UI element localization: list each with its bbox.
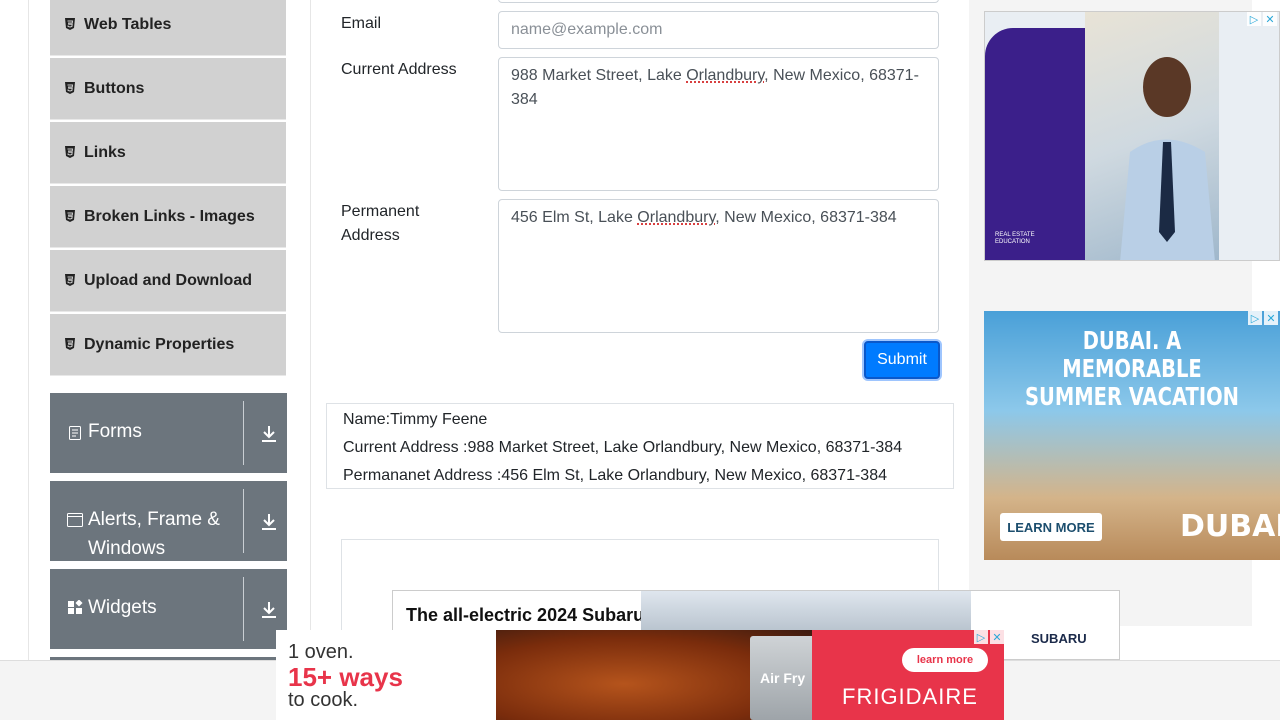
html5-icon xyxy=(65,81,75,94)
text-part: 456 Elm St, Lake xyxy=(511,209,638,226)
output-permanent-address: Permananet Address :456 Elm St, Lake Orl… xyxy=(343,467,887,484)
sidebar-item-label: Broken Links - Images xyxy=(84,207,255,225)
adchoices-icon[interactable]: ▷ xyxy=(1248,311,1262,325)
group-label: Alerts, Frame & Windows xyxy=(88,509,220,559)
download-icon[interactable] xyxy=(258,599,280,621)
adchoices-icon[interactable]: ▷ xyxy=(974,630,988,644)
close-icon[interactable]: ✕ xyxy=(1264,311,1278,325)
output-current-address: Current Address :988 Market Street, Lake… xyxy=(343,439,903,456)
text-part: , New Mexico, 68371-384 xyxy=(715,209,897,226)
ad-headline: DUBAI. A MEMORABLE SUMMER VACATION xyxy=(1024,326,1240,411)
sidebar-item-buttons[interactable]: Buttons xyxy=(50,58,286,120)
current-address-label: Current Address xyxy=(341,61,457,78)
ad-line: 1 oven. xyxy=(288,641,354,663)
output-name: Name:Timmy Feene xyxy=(343,411,488,428)
dubai-logo: DUBAI xyxy=(1180,509,1280,544)
oven-label: Air Fry xyxy=(760,670,806,686)
download-icon[interactable] xyxy=(258,511,280,533)
subaru-logo: SUBARU xyxy=(1031,631,1087,646)
sidebar-item-label: Web Tables xyxy=(84,15,172,33)
output-panel: Name:Timmy Feene Current Address :988 Ma… xyxy=(326,403,954,489)
permanent-address-field[interactable]: 456 Elm St, Lake Orlandbury, New Mexico,… xyxy=(498,199,939,333)
learn-more-button[interactable]: learn more xyxy=(902,648,988,672)
sidebar-border xyxy=(28,0,29,660)
name-field-bottom[interactable] xyxy=(498,0,939,3)
ad-line: to cook. xyxy=(288,689,359,711)
ad-brand-panel xyxy=(985,28,1085,260)
spellcheck-word: Orlandbury xyxy=(637,209,716,226)
html5-icon xyxy=(65,337,75,350)
group-divider xyxy=(243,401,244,465)
html5-icon xyxy=(65,273,75,286)
window-icon xyxy=(67,513,83,527)
ad-choices[interactable]: ▷ ✕ xyxy=(1248,311,1278,325)
email-field[interactable]: name@example.com xyxy=(498,11,939,49)
spellcheck-word: Orlandbury xyxy=(686,67,765,84)
sidebar-group-alerts[interactable]: Alerts, Frame & Windows xyxy=(50,481,287,561)
document-icon xyxy=(69,426,81,440)
html5-icon xyxy=(65,209,75,222)
html5-icon xyxy=(65,145,75,158)
person-image xyxy=(1120,57,1215,260)
sidebar-group-forms[interactable]: Forms xyxy=(50,393,287,473)
sidebar-item-dynamic-properties[interactable]: Dynamic Properties xyxy=(50,314,286,376)
sidebar-item-web-tables[interactable]: Web Tables xyxy=(50,0,286,56)
sidebar-item-upload-download[interactable]: Upload and Download xyxy=(50,250,286,312)
real-estate-ad[interactable]: REAL ESTATE EDUCATION ▷ ✕ xyxy=(984,11,1280,261)
ad-brand-text: REAL ESTATE EDUCATION xyxy=(995,232,1035,245)
sidebar-item-broken-links[interactable]: Broken Links - Images xyxy=(50,186,286,248)
text-part: 988 Market Street, Lake xyxy=(511,67,687,84)
close-icon[interactable]: ✕ xyxy=(1263,12,1277,26)
learn-more-button[interactable]: LEARN MORE xyxy=(1000,513,1102,541)
group-label: Widgets xyxy=(88,597,157,618)
sidebar-item-label: Dynamic Properties xyxy=(84,335,235,353)
permanent-address-label: Permanent Address xyxy=(341,203,420,244)
sidebar-item-label: Links xyxy=(84,143,126,161)
frigidaire-ad[interactable]: 1 oven. 15+ ways to cook. Air Fry learn … xyxy=(276,630,1004,720)
ad-choices[interactable]: ▷ ✕ xyxy=(1247,12,1277,26)
group-divider xyxy=(243,489,244,553)
download-icon[interactable] xyxy=(258,423,280,445)
adchoices-icon[interactable]: ▷ xyxy=(1247,12,1261,26)
dubai-ad[interactable]: DUBAI. A MEMORABLE SUMMER VACATION LEARN… xyxy=(984,311,1280,560)
sidebar-item-label: Upload and Download xyxy=(84,271,252,289)
page: Web Tables Buttons Links Broken Links - … xyxy=(0,0,1280,720)
ad-choices[interactable]: ▷ ✕ xyxy=(974,630,1004,644)
email-label: Email xyxy=(341,15,382,32)
sidebar-item-links[interactable]: Links xyxy=(50,122,286,184)
html5-icon xyxy=(65,17,75,30)
content-border xyxy=(310,0,311,660)
close-icon[interactable]: ✕ xyxy=(990,630,1004,644)
submit-button[interactable]: Submit xyxy=(864,341,940,379)
widgets-icon xyxy=(68,600,83,614)
frigidaire-logo: FRIGIDAIRE xyxy=(842,684,978,709)
sidebar-group-widgets[interactable]: Widgets xyxy=(50,569,287,649)
group-label: Forms xyxy=(88,421,142,442)
group-divider xyxy=(243,577,244,641)
sidebar-item-label: Buttons xyxy=(84,79,145,97)
current-address-field[interactable]: 988 Market Street, Lake Orlandbury, New … xyxy=(498,57,939,191)
